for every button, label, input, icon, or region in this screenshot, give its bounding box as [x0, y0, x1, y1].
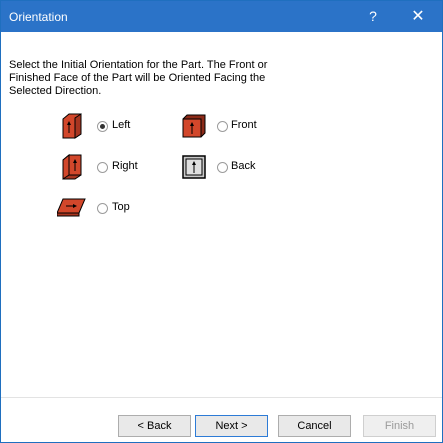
option-right-label: Right [112, 160, 138, 172]
part-left-icon [61, 113, 83, 142]
title-bar: Orientation ? ✕ [1, 1, 442, 32]
option-right[interactable]: Right [61, 153, 181, 183]
instructions-text: Select the Initial Orientation for the P… [9, 59, 268, 97]
option-left-label: Left [112, 119, 131, 131]
orientation-dialog: Orientation ? ✕ Select the Initial Orien… [0, 0, 443, 443]
part-right-icon [61, 153, 83, 183]
option-top[interactable]: Top [56, 195, 177, 223]
window-title: Orientation [9, 10, 68, 24]
option-top-label: Top [112, 201, 130, 213]
option-left[interactable]: Left [61, 113, 181, 141]
option-back[interactable]: Back [181, 154, 301, 182]
cancel-button[interactable]: Cancel [278, 415, 351, 437]
help-button[interactable]: ? [351, 1, 395, 32]
part-back-icon [181, 154, 207, 183]
option-front-label: Front [231, 119, 257, 131]
part-top-icon [56, 195, 87, 222]
radio-front[interactable] [217, 121, 228, 132]
radio-top[interactable] [97, 203, 108, 214]
close-button[interactable]: ✕ [396, 1, 440, 32]
radio-right[interactable] [97, 162, 108, 173]
next-button[interactable]: Next > [195, 415, 268, 437]
radio-left[interactable] [97, 121, 108, 132]
finish-button[interactable]: Finish [363, 415, 436, 437]
footer-separator [1, 397, 442, 398]
radio-back[interactable] [217, 162, 228, 173]
part-front-icon [181, 113, 207, 142]
back-button[interactable]: < Back [118, 415, 191, 437]
option-back-label: Back [231, 160, 256, 172]
option-front[interactable]: Front [181, 113, 301, 141]
